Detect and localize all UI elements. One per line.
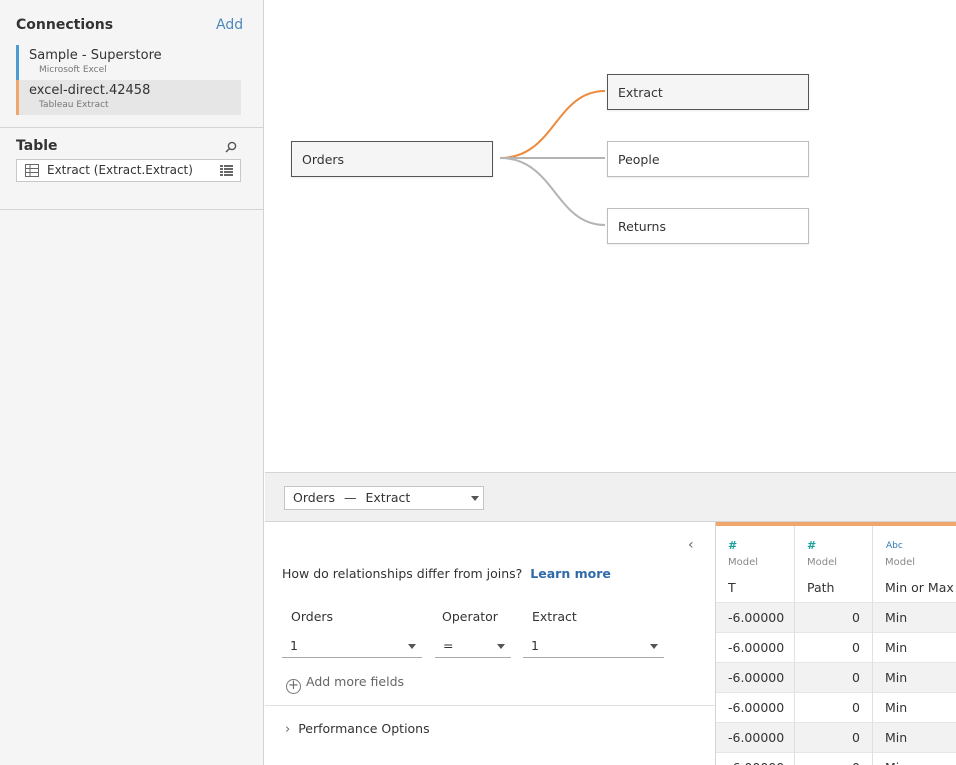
table-cell: Min — [873, 632, 956, 662]
operator-label: Operator — [442, 609, 498, 624]
table-cell: Min — [873, 662, 956, 692]
divider — [265, 705, 715, 706]
relationship-right-table: Extract — [365, 490, 411, 505]
relationship-editor: ‹ How do relationships differ from joins… — [265, 522, 715, 765]
number-type-icon[interactable]: # — [728, 539, 737, 552]
add-more-fields-label: Add more fields — [306, 674, 405, 689]
connection-name: excel-direct.42458 — [29, 83, 151, 98]
column-source: Model — [885, 557, 916, 568]
left-field-value: 1 — [290, 638, 298, 653]
left-field-label: Orders — [291, 609, 334, 624]
table-cell: Min — [873, 752, 956, 765]
table-cell: -6.00000 — [716, 692, 794, 722]
table-section-title: Table — [16, 138, 58, 154]
operator-value: = — [443, 638, 454, 653]
column-name: Path — [807, 580, 835, 595]
chevron-down-icon — [497, 644, 505, 649]
table-node-people[interactable]: People — [607, 141, 809, 177]
connections-title: Connections — [16, 17, 114, 33]
grid-column-min-or-max: Abc Model Min or Max Min Min Min Min Min… — [873, 526, 956, 765]
column-name: T — [728, 580, 736, 595]
performance-options-label: Performance Options — [298, 721, 430, 736]
table-node-orders[interactable]: Orders — [291, 141, 493, 177]
learn-more-link[interactable]: Learn more — [530, 566, 611, 581]
string-type-icon[interactable]: Abc — [886, 541, 903, 551]
app-window: Connections Add Sample - Superstore Micr… — [0, 0, 956, 765]
connection-type: Tableau Extract — [39, 100, 109, 110]
plus-circle-icon: + — [286, 679, 301, 694]
table-cell: Min — [873, 692, 956, 722]
data-source-sidebar: Connections Add Sample - Superstore Micr… — [0, 0, 264, 765]
relationships-help-text: How do relationships differ from joins? … — [282, 566, 611, 581]
chevron-down-icon — [650, 644, 658, 649]
search-icon[interactable] — [224, 140, 238, 154]
table-cell: 0 — [795, 752, 872, 765]
table-cell: -6.00000 — [716, 752, 794, 765]
right-field-label: Extract — [532, 609, 577, 624]
right-field-dropdown[interactable]: 1 — [523, 634, 664, 658]
column-source: Model — [807, 557, 838, 568]
add-more-fields-button[interactable]: + Add more fields — [286, 674, 404, 694]
table-node-extract[interactable]: Extract — [607, 74, 809, 110]
table-cell: -6.00000 — [716, 722, 794, 752]
column-name: Min or Max — [885, 580, 954, 595]
left-field-dropdown[interactable]: 1 — [282, 634, 422, 658]
table-item-extract[interactable]: Extract (Extract.Extract) — [16, 159, 241, 182]
data-grid: # Model T -6.00000 -6.00000 -6.00000 -6.… — [715, 522, 956, 765]
connection-item-superstore[interactable]: Sample - Superstore Microsoft Excel — [16, 45, 241, 80]
grid-column-path: # Model Path 0 0 0 0 0 0 — [795, 526, 873, 765]
column-source: Model — [728, 557, 759, 568]
relationship-toolbar: Orders — Extract — [265, 472, 956, 522]
column-header[interactable]: # Model T — [716, 526, 794, 602]
table-cell: 0 — [795, 632, 872, 662]
connection-color-bar — [16, 80, 19, 115]
table-name: Extract (Extract.Extract) — [47, 163, 193, 177]
grid-column-t: # Model T -6.00000 -6.00000 -6.00000 -6.… — [716, 526, 795, 765]
table-cell: 0 — [795, 602, 872, 632]
column-header[interactable]: # Model Path — [795, 526, 872, 602]
table-cell: 0 — [795, 662, 872, 692]
relationship-link-returns — [499, 157, 606, 226]
table-cell: 0 — [795, 692, 872, 722]
table-cell: -6.00000 — [716, 662, 794, 692]
operator-dropdown[interactable]: = — [435, 634, 511, 658]
chevron-down-icon — [471, 496, 479, 501]
connection-name: Sample - Superstore — [29, 48, 162, 63]
chevron-right-icon: › — [285, 722, 291, 737]
relationship-link-extract — [499, 90, 606, 159]
relationship-canvas[interactable]: Orders Extract People Returns — [265, 0, 956, 472]
table-cell: Min — [873, 602, 956, 632]
connection-type: Microsoft Excel — [39, 65, 107, 75]
divider — [0, 127, 264, 128]
relationship-left-table: Orders — [293, 490, 336, 505]
relationship-separator: — — [344, 490, 357, 505]
table-cell: -6.00000 — [716, 602, 794, 632]
performance-options-toggle[interactable]: › Performance Options — [285, 721, 430, 737]
table-cell: Min — [873, 722, 956, 752]
divider — [0, 209, 264, 210]
column-header[interactable]: Abc Model Min or Max — [873, 526, 956, 602]
table-cell: -6.00000 — [716, 632, 794, 662]
number-type-icon[interactable]: # — [807, 539, 816, 552]
right-field-value: 1 — [531, 638, 539, 653]
chevron-down-icon — [408, 644, 416, 649]
connection-color-bar — [16, 45, 19, 80]
table-node-returns[interactable]: Returns — [607, 208, 809, 244]
table-icon — [25, 164, 39, 177]
field-list-icon[interactable] — [220, 165, 233, 176]
add-connection-link[interactable]: Add — [216, 17, 243, 33]
table-cell: 0 — [795, 722, 872, 752]
help-question: How do relationships differ from joins? — [282, 566, 523, 581]
connection-item-extract[interactable]: excel-direct.42458 Tableau Extract — [16, 80, 241, 115]
relationship-selector[interactable]: Orders — Extract — [284, 486, 484, 510]
chevron-left-icon[interactable]: ‹ — [688, 537, 694, 553]
